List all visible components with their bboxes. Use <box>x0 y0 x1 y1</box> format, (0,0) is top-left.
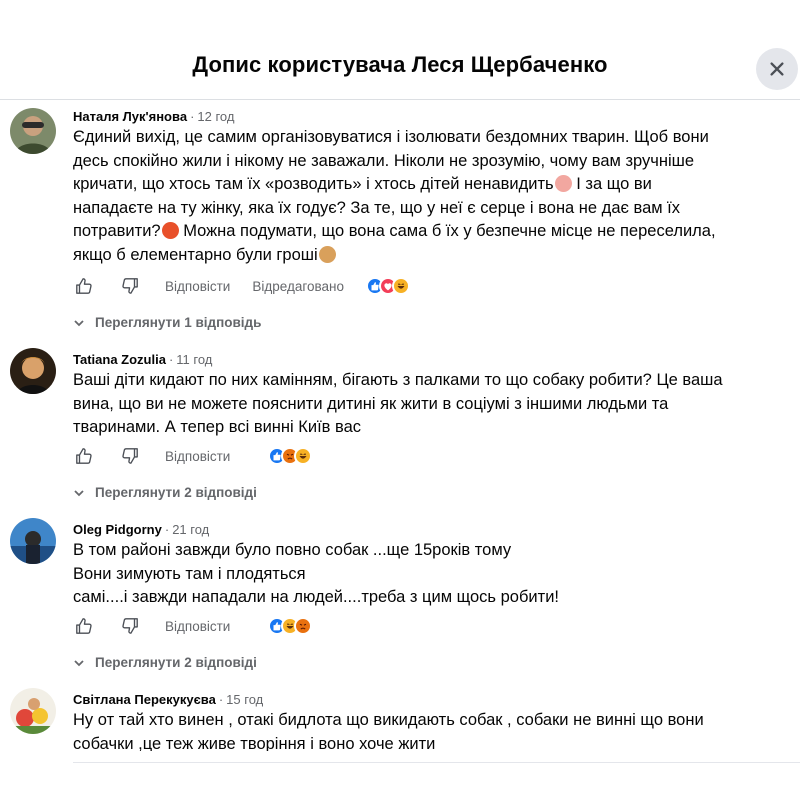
comment-author[interactable]: Наталя Лук'янова <box>73 109 187 124</box>
comment-actions: Відповісти Відредаговано <box>73 274 410 298</box>
reactions[interactable] <box>268 447 313 465</box>
comment-text: Ваші діти кидают по них камінням, бігают… <box>73 369 773 440</box>
view-replies-label: Переглянути 1 відповідь <box>95 315 262 330</box>
view-replies-link[interactable]: Переглянути 2 відповіді <box>73 655 257 670</box>
comment-time[interactable]: 15 год <box>226 692 263 707</box>
reply-button[interactable]: Відповісти <box>165 619 230 634</box>
view-replies-label: Переглянути 2 відповіді <box>95 655 257 670</box>
comment-text: Ну от тай хто винен , отакі бидлота що в… <box>73 709 773 751</box>
comment-time[interactable]: 12 год <box>197 109 234 124</box>
comment-actions: Відповісти <box>73 614 313 638</box>
dislike-icon[interactable] <box>119 445 141 467</box>
comment-line: якщо б елементарно були гроші <box>73 244 773 268</box>
dislike-icon[interactable] <box>119 275 141 297</box>
comment-author[interactable]: Світлана Перекукуєва <box>73 692 216 707</box>
view-replies-link[interactable]: Переглянути 1 відповідь <box>73 315 261 330</box>
comment-line: кричати, що хтось там їх «розводить» і х… <box>73 175 652 193</box>
comment-actions: Відповісти <box>73 444 313 468</box>
chevron-down-icon <box>74 489 84 496</box>
divider <box>73 762 800 763</box>
comment-meta: Наталя Лук'янова · 12 год <box>73 109 235 124</box>
chevron-down-icon <box>74 319 84 326</box>
comment-line: вина, що ви не можете пояснити дитині як… <box>73 394 669 413</box>
reply-button[interactable]: Відповісти <box>165 279 230 294</box>
person-shrugging-emoji-icon <box>318 245 336 263</box>
comments-list[interactable]: Наталя Лук'янова · 12 год Єдиний вихід, це… <box>0 101 800 751</box>
comment-meta: Oleg Pidgorny · 21 год <box>73 522 210 537</box>
comment-author[interactable]: Oleg Pidgorny <box>73 522 162 537</box>
dialog-title: Допис користувача Леся Щербаченко <box>192 52 608 77</box>
comment-line: Ну от тай хто винен , отакі бидлота що в… <box>73 711 704 729</box>
avatar[interactable] <box>10 688 56 734</box>
close-button[interactable] <box>756 48 798 90</box>
like-icon[interactable] <box>73 615 95 637</box>
comment-text: Єдиний вихід, це самим організовуватися … <box>73 126 773 267</box>
edited-label: Відредаговано <box>252 278 344 294</box>
angry-face-emoji-icon <box>161 222 179 239</box>
avatar[interactable] <box>10 348 56 394</box>
comment-line: десь спокійно жили і нікому не заважали.… <box>73 151 695 170</box>
dialog-header: Допис користувача Леся Щербаченко <box>0 0 800 100</box>
comment-line: нападаєте на ту жінку, яка їх годує? За … <box>73 198 681 217</box>
comment-time[interactable]: 11 год <box>176 352 212 367</box>
chevron-down-icon <box>74 659 84 666</box>
comment-line: В том районі завжди було повно собак ...… <box>73 541 512 559</box>
dislike-icon[interactable] <box>119 615 141 637</box>
reactions[interactable] <box>268 617 313 635</box>
comment-meta: Tatiana Zozulia · 11 год <box>73 352 213 367</box>
comment-line: тваринами. А тепер всі винні Київ вас <box>73 418 362 436</box>
reactions[interactable] <box>365 277 410 295</box>
comment-time[interactable]: 21 год <box>172 522 209 537</box>
close-icon <box>770 62 784 76</box>
comment-meta: Світлана Перекукуєва · 15 год <box>73 692 264 707</box>
view-replies-label: Переглянути 2 відповіді <box>95 485 257 500</box>
reply-button[interactable]: Відповісти <box>165 449 230 464</box>
comment-line: Ваші діти кидают по них камінням, бігают… <box>73 371 723 389</box>
comment-line: потравити? Можна подумати, що вона сама … <box>73 222 716 240</box>
haha-reaction-icon <box>294 447 313 465</box>
comment-text: В том районі завжди було повно собак ...… <box>73 539 773 610</box>
comment-author[interactable]: Tatiana Zozulia <box>73 352 166 367</box>
comment-line: Єдиний вихід, це самим організовуватися … <box>73 128 709 146</box>
comment-line: Вони зимують там і плодяться <box>73 564 306 583</box>
avatar[interactable] <box>10 518 56 564</box>
view-replies-link[interactable]: Переглянути 2 відповіді <box>73 485 257 500</box>
comment-line: собачки ,це теж живе творіння і воно хоч… <box>73 734 436 752</box>
like-icon[interactable] <box>73 275 95 297</box>
facepalm-emoji-icon <box>554 175 572 192</box>
haha-reaction-icon <box>391 277 410 295</box>
like-icon[interactable] <box>73 445 95 467</box>
avatar[interactable] <box>10 108 56 154</box>
angry-reaction-icon <box>294 617 313 635</box>
comment-line: самі....і завжди нападали на людей....тр… <box>73 588 559 606</box>
